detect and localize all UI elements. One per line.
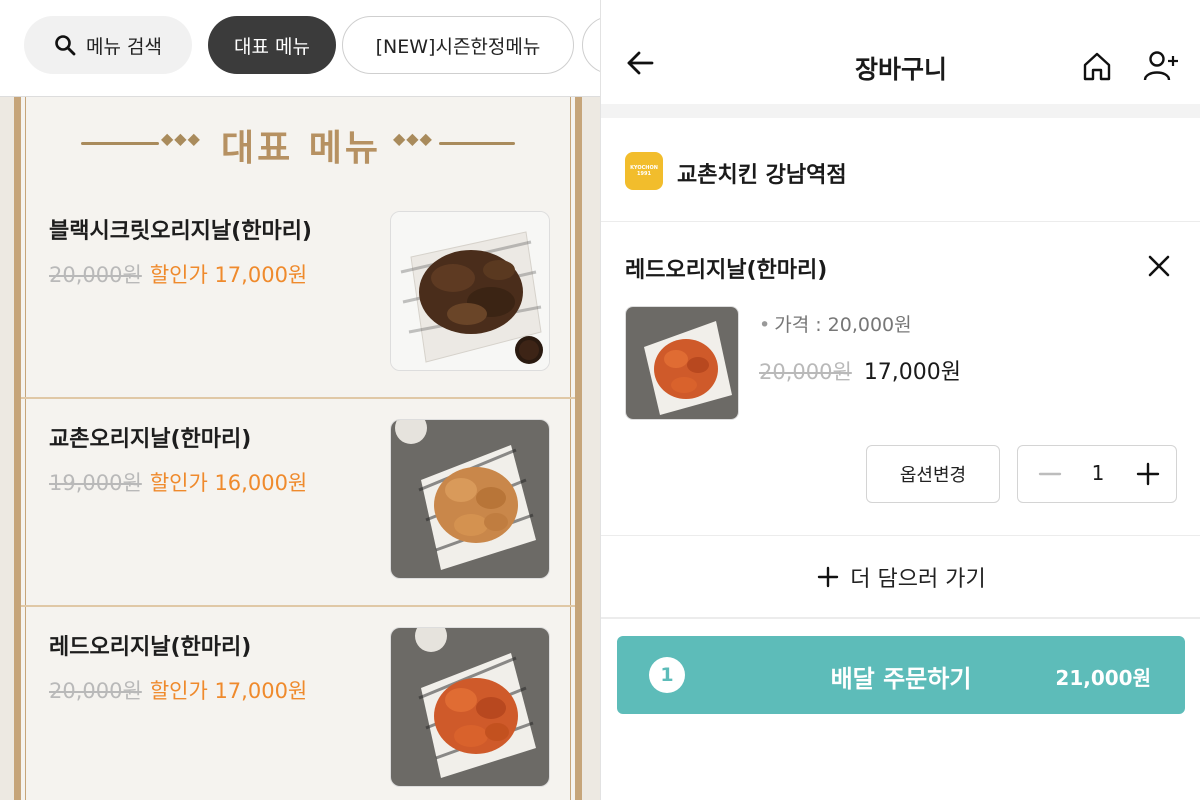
category-chip-bar: 메뉴 검색 대표 메뉴 [NEW]시즌한정메뉴 [24, 16, 600, 74]
price-info: • 가격 : 20,000원 [759, 310, 912, 337]
menu-item-price: 20,000원 할인가 17,000원 [49, 259, 307, 289]
quantity-value: 1 [1091, 461, 1105, 485]
price-info-text: 가격 : 20,000원 [774, 314, 912, 336]
divider [601, 617, 1200, 619]
menu-item[interactable]: 교촌오리지날(한마리) 19,000원 할인가 16,000원 [21, 401, 575, 607]
menu-item[interactable]: 블랙시크릿오리지날(한마리) 20,000원 할인가 17,000원 [21, 193, 575, 399]
section-gap [601, 104, 1200, 118]
home-icon[interactable] [1081, 50, 1113, 82]
menu-item-name: 블랙시크릿오리지날(한마리) [49, 219, 312, 244]
menu-item-photo[interactable] [390, 211, 550, 371]
price-line: 20,000원 17,000원 [759, 354, 961, 386]
menu-item-photo[interactable] [390, 419, 550, 579]
menu-search-button[interactable]: 메뉴 검색 [24, 16, 192, 74]
add-more-button[interactable]: 더 담으러 가기 [601, 536, 1200, 618]
store-row[interactable]: KYOCHON 1991 교촌치킨 강남역점 [601, 118, 1200, 222]
add-user-icon[interactable] [1143, 50, 1181, 82]
quantity-stepper: 1 [1017, 445, 1177, 503]
final-price: 17,000원 [863, 360, 962, 385]
sale-price: 할인가 16,000원 [149, 471, 308, 495]
ornament-diamonds: ◆◆◆ [393, 129, 433, 148]
menu-board: ◆◆◆ 대표 메뉴 ◆◆◆ 블랙시크릿오리지날(한마리) 20,000원할인가 … [14, 97, 582, 800]
cart-item-photo [625, 306, 739, 420]
cart-item: 레드오리지날(한마리) • 가격 : 20,000원 20,000원 17,000원… [601, 222, 1200, 536]
logo-text: 1991 [637, 171, 651, 177]
divider [21, 397, 575, 399]
red-chicken-image [626, 307, 738, 419]
ornament-line [81, 142, 159, 145]
original-chicken-image [391, 420, 549, 578]
menu-item-name: 레드오리지날(한마리) [49, 635, 252, 660]
store-name: 교촌치킨 강남역점 [677, 163, 847, 188]
menu-item-name: 교촌오리지날(한마리) [49, 427, 252, 452]
original-price: 20,000원 [49, 263, 142, 287]
minus-icon[interactable] [1036, 460, 1064, 488]
tab-signature-menu-label: 대표 메뉴 [234, 35, 310, 58]
original-price: 20,000원 [759, 360, 852, 384]
black-chicken-image [391, 212, 549, 370]
plus-icon [818, 566, 839, 588]
cart-panel: 장바구니 KYOCHON 1991 교촌치킨 강남역점 레드오리지날(한마리) [600, 0, 1200, 800]
order-total: 21,000원 [1055, 666, 1151, 690]
ornament-diamonds: ◆◆◆ [161, 129, 201, 148]
original-price: 20,000원 [49, 679, 142, 703]
sale-price: 할인가 17,000원 [149, 679, 308, 703]
cart-header: 장바구니 [601, 0, 1200, 104]
delivery-order-button[interactable]: 1 배달 주문하기 21,000원 [617, 636, 1185, 714]
tab-seasonal-menu[interactable]: [NEW]시즌한정메뉴 [342, 16, 574, 74]
section-title: 대표 메뉴 [220, 128, 381, 169]
search-icon [55, 35, 76, 56]
ornament-line [439, 142, 515, 145]
bullet: • [759, 314, 771, 336]
original-price: 19,000원 [49, 471, 142, 495]
add-more-label: 더 담으러 가기 [850, 567, 986, 592]
section-header: ◆◆◆ 대표 메뉴 ◆◆◆ [21, 119, 575, 169]
menu-item[interactable]: 레드오리지날(한마리) 20,000원 할인가 17,000원 [21, 609, 575, 800]
menu-item-price: 19,000원 할인가 16,000원 [49, 467, 307, 497]
plus-icon[interactable] [1134, 460, 1162, 488]
menu-item-photo[interactable] [390, 627, 550, 787]
red-chicken-image [391, 628, 549, 786]
tab-next-category[interactable] [582, 16, 600, 74]
cart-item-name: 레드오리지날(한마리) [625, 258, 828, 283]
menu-search-label: 메뉴 검색 [86, 35, 162, 58]
change-option-button[interactable]: 옵션변경 [866, 445, 1000, 503]
menu-item-price: 20,000원 할인가 17,000원 [49, 675, 307, 705]
menu-list-area: ◆◆◆ 대표 메뉴 ◆◆◆ 블랙시크릿오리지날(한마리) 20,000원할인가 … [0, 97, 600, 800]
store-logo: KYOCHON 1991 [625, 152, 663, 190]
tab-signature-menu[interactable]: 대표 메뉴 [208, 16, 336, 74]
sale-price: 할인가 17,000원 [149, 263, 308, 287]
divider [21, 605, 575, 607]
tab-seasonal-menu-label: [NEW]시즌한정메뉴 [375, 35, 541, 58]
menu-panel: 메뉴 검색 대표 메뉴 [NEW]시즌한정메뉴 ◆◆◆ 대표 메뉴 ◆◆◆ 블랙… [0, 0, 600, 800]
close-icon[interactable] [1145, 252, 1173, 280]
